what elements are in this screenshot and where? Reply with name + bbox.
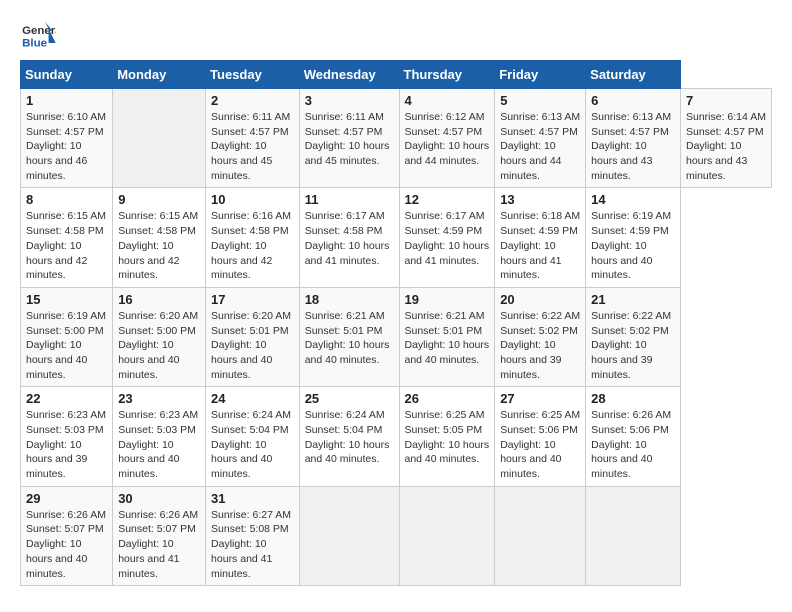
- calendar-day-header: Monday: [113, 61, 206, 89]
- calendar-day-header: Tuesday: [206, 61, 300, 89]
- logo: General Blue: [20, 20, 60, 50]
- calendar-cell: 11Sunrise: 6:17 AMSunset: 4:58 PMDayligh…: [299, 188, 399, 287]
- calendar-cell: 1Sunrise: 6:10 AMSunset: 4:57 PMDaylight…: [21, 89, 113, 188]
- calendar-cell: 18Sunrise: 6:21 AMSunset: 5:01 PMDayligh…: [299, 287, 399, 386]
- calendar-cell: 24Sunrise: 6:24 AMSunset: 5:04 PMDayligh…: [206, 387, 300, 486]
- calendar-cell: [299, 486, 399, 585]
- calendar-header-row: SundayMondayTuesdayWednesdayThursdayFrid…: [21, 61, 772, 89]
- calendar-cell: 6Sunrise: 6:13 AMSunset: 4:57 PMDaylight…: [586, 89, 681, 188]
- calendar-cell: [399, 486, 495, 585]
- calendar-day-header: Sunday: [21, 61, 113, 89]
- calendar-cell: 22Sunrise: 6:23 AMSunset: 5:03 PMDayligh…: [21, 387, 113, 486]
- calendar-cell: 14Sunrise: 6:19 AMSunset: 4:59 PMDayligh…: [586, 188, 681, 287]
- calendar-cell: 16Sunrise: 6:20 AMSunset: 5:00 PMDayligh…: [113, 287, 206, 386]
- calendar-cell: 30Sunrise: 6:26 AMSunset: 5:07 PMDayligh…: [113, 486, 206, 585]
- calendar-cell: 15Sunrise: 6:19 AMSunset: 5:00 PMDayligh…: [21, 287, 113, 386]
- calendar-cell: 28Sunrise: 6:26 AMSunset: 5:06 PMDayligh…: [586, 387, 681, 486]
- calendar-cell: 13Sunrise: 6:18 AMSunset: 4:59 PMDayligh…: [495, 188, 586, 287]
- calendar-cell: [495, 486, 586, 585]
- calendar-day-header: Saturday: [586, 61, 681, 89]
- calendar-cell: 21Sunrise: 6:22 AMSunset: 5:02 PMDayligh…: [586, 287, 681, 386]
- calendar-cell: 26Sunrise: 6:25 AMSunset: 5:05 PMDayligh…: [399, 387, 495, 486]
- calendar-cell: 8Sunrise: 6:15 AMSunset: 4:58 PMDaylight…: [21, 188, 113, 287]
- calendar-cell: 5Sunrise: 6:13 AMSunset: 4:57 PMDaylight…: [495, 89, 586, 188]
- calendar-cell: 31Sunrise: 6:27 AMSunset: 5:08 PMDayligh…: [206, 486, 300, 585]
- svg-text:Blue: Blue: [22, 37, 47, 49]
- calendar-cell: 7Sunrise: 6:14 AMSunset: 4:57 PMDaylight…: [680, 89, 771, 188]
- calendar-day-header: Wednesday: [299, 61, 399, 89]
- calendar-cell: 27Sunrise: 6:25 AMSunset: 5:06 PMDayligh…: [495, 387, 586, 486]
- page-header: General Blue: [20, 20, 772, 50]
- calendar-cell: 3Sunrise: 6:11 AMSunset: 4:57 PMDaylight…: [299, 89, 399, 188]
- calendar-table: SundayMondayTuesdayWednesdayThursdayFrid…: [20, 60, 772, 586]
- calendar-cell: 12Sunrise: 6:17 AMSunset: 4:59 PMDayligh…: [399, 188, 495, 287]
- calendar-cell: [113, 89, 206, 188]
- calendar-cell: 20Sunrise: 6:22 AMSunset: 5:02 PMDayligh…: [495, 287, 586, 386]
- calendar-cell: [586, 486, 681, 585]
- calendar-cell: 2Sunrise: 6:11 AMSunset: 4:57 PMDaylight…: [206, 89, 300, 188]
- calendar-cell: 9Sunrise: 6:15 AMSunset: 4:58 PMDaylight…: [113, 188, 206, 287]
- calendar-cell: 17Sunrise: 6:20 AMSunset: 5:01 PMDayligh…: [206, 287, 300, 386]
- calendar-cell: 10Sunrise: 6:16 AMSunset: 4:58 PMDayligh…: [206, 188, 300, 287]
- calendar-cell: 25Sunrise: 6:24 AMSunset: 5:04 PMDayligh…: [299, 387, 399, 486]
- calendar-cell: 4Sunrise: 6:12 AMSunset: 4:57 PMDaylight…: [399, 89, 495, 188]
- logo-icon: General Blue: [20, 20, 56, 50]
- calendar-day-header: Friday: [495, 61, 586, 89]
- calendar-cell: 19Sunrise: 6:21 AMSunset: 5:01 PMDayligh…: [399, 287, 495, 386]
- calendar-cell: 23Sunrise: 6:23 AMSunset: 5:03 PMDayligh…: [113, 387, 206, 486]
- calendar-day-header: Thursday: [399, 61, 495, 89]
- calendar-cell: 29Sunrise: 6:26 AMSunset: 5:07 PMDayligh…: [21, 486, 113, 585]
